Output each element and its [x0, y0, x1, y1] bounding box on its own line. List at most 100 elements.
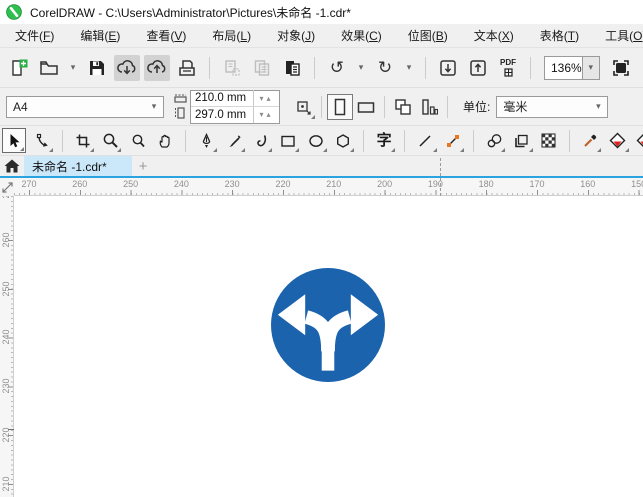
- menu-item-l[interactable]: 布局(L): [199, 24, 264, 47]
- bspline-tool[interactable]: [249, 128, 273, 153]
- menu-item-o[interactable]: 工具(O): [592, 24, 643, 47]
- paste-button[interactable]: [279, 55, 305, 81]
- vruler-label: 270: [1, 196, 11, 204]
- export-button[interactable]: [465, 55, 491, 81]
- line-tool[interactable]: [413, 128, 437, 153]
- toolbar-separator: [425, 56, 426, 79]
- pan-tool[interactable]: [153, 128, 177, 153]
- text-tool[interactable]: 字: [372, 128, 396, 153]
- flyout-indicator: [501, 148, 506, 152]
- fullscreen-preview-button[interactable]: [608, 55, 634, 81]
- drop-shadow-tool[interactable]: [509, 128, 533, 153]
- portrait-orientation-button[interactable]: [327, 93, 353, 120]
- standard-toolbar: ▾ ↺ ▾ ↻ ▾ PDF 136% ▾: [0, 48, 643, 88]
- interactive-fill-tool[interactable]: [633, 128, 643, 153]
- autofit-page-button[interactable]: [290, 94, 316, 120]
- hruler-label: 150: [631, 179, 643, 189]
- blend-tool[interactable]: [482, 128, 506, 153]
- flyout-indicator: [268, 148, 273, 152]
- ruler-origin-button[interactable]: [0, 178, 14, 196]
- hruler-label: 180: [478, 179, 494, 189]
- page-width-spinner[interactable]: ▾▴: [253, 90, 279, 106]
- toolbox-separator: [404, 129, 406, 152]
- menu-item-b[interactable]: 位图(B): [395, 24, 461, 47]
- zoom-level-combobox[interactable]: 136% ▾: [544, 55, 600, 80]
- rectangle-tool[interactable]: [276, 128, 300, 153]
- vruler-label: 210: [1, 476, 11, 492]
- units-combobox[interactable]: 毫米 ▾: [496, 95, 609, 118]
- curve-icon: [257, 134, 266, 146]
- open-dropdown-button[interactable]: ▾: [66, 55, 80, 81]
- drawing-canvas[interactable]: [14, 196, 643, 497]
- flyout-indicator: [117, 148, 122, 152]
- turn-left-or-right-sign-object[interactable]: [271, 268, 385, 382]
- current-page-icon: [422, 98, 438, 115]
- pick-tool[interactable]: [2, 128, 27, 153]
- crop-tool-icon: [76, 134, 90, 147]
- smart-fill-tool[interactable]: [605, 128, 629, 153]
- line-icon: [419, 134, 432, 147]
- hruler-label: 260: [72, 179, 88, 189]
- toolbar-separator: [314, 56, 315, 79]
- zoom-out-tool[interactable]: [125, 128, 149, 153]
- redo-button[interactable]: ↻: [372, 55, 398, 81]
- page-size-combobox[interactable]: A4 ▾: [6, 95, 164, 118]
- menu-item-f[interactable]: 文件(F): [2, 24, 67, 47]
- connector-tool[interactable]: [441, 128, 465, 153]
- new-document-button[interactable]: [6, 55, 32, 81]
- zoom-level-dropdown[interactable]: ▾: [581, 56, 599, 79]
- menu-item-c[interactable]: 效果(C): [328, 24, 395, 47]
- polygon-tool[interactable]: [331, 128, 355, 153]
- chevron-down-icon: ▾: [358, 62, 364, 72]
- current-page-settings-button[interactable]: [416, 94, 442, 120]
- shape-tool[interactable]: [29, 128, 53, 153]
- import-button[interactable]: [435, 55, 461, 81]
- zoom-tool[interactable]: [98, 128, 122, 153]
- artistic-media-tool[interactable]: [221, 128, 245, 153]
- menu-item-v[interactable]: 查看(V): [133, 24, 199, 47]
- print-button[interactable]: [174, 55, 200, 81]
- vertical-ruler[interactable]: 270260250240230220210200: [0, 196, 14, 497]
- property-bar: A4 ▾ 210.0 mm ▾▴ 297.0 mm ▾▴ 单位: 毫米 ▾: [0, 88, 643, 126]
- document-tab-bar: 未命名 -1.cdr* +: [0, 156, 643, 176]
- ellipse-tool[interactable]: [303, 128, 327, 153]
- horizontal-ruler[interactable]: 270 260 250 240 230 220 210 200 190 180 170 160 150: [14, 178, 643, 196]
- page-height-spinner[interactable]: ▾▴: [253, 106, 279, 123]
- all-pages-settings-button[interactable]: [390, 94, 416, 120]
- new-document-icon: [12, 59, 28, 76]
- ellipse-icon: [308, 134, 323, 147]
- page-width-field[interactable]: 210.0 mm: [191, 92, 253, 104]
- menu-item-e[interactable]: 编辑(E): [67, 24, 133, 47]
- landscape-orientation-button[interactable]: [353, 94, 379, 120]
- transparency-tool[interactable]: [537, 128, 561, 153]
- menu-item-t[interactable]: 表格(T): [527, 24, 592, 47]
- redo-icon: ↻: [377, 58, 393, 77]
- page-height-field[interactable]: 297.0 mm: [191, 109, 253, 121]
- window-title: CorelDRAW - C:\Users\Administrator\Pictu…: [30, 5, 351, 20]
- cloud-download-button[interactable]: [114, 54, 140, 81]
- hruler-label: 210: [326, 179, 342, 189]
- flyout-indicator: [322, 148, 327, 152]
- blend-icon: [487, 133, 501, 147]
- document-tab-active[interactable]: 未命名 -1.cdr*: [24, 156, 132, 176]
- hruler-label: 170: [529, 179, 545, 189]
- crop-tool[interactable]: [71, 128, 95, 153]
- publish-pdf-button[interactable]: PDF: [495, 55, 521, 81]
- menu-item-x[interactable]: 文本(X): [461, 24, 527, 47]
- flyout-indicator: [295, 148, 300, 152]
- cloud-upload-button[interactable]: [144, 54, 170, 81]
- redo-dropdown-button[interactable]: ▾: [402, 55, 416, 81]
- new-tab-button[interactable]: +: [132, 156, 154, 176]
- open-button[interactable]: [36, 55, 62, 81]
- print-icon: [179, 59, 195, 76]
- undo-dropdown-button[interactable]: ▾: [354, 55, 368, 81]
- save-button[interactable]: [84, 55, 110, 81]
- menu-item-j[interactable]: 对象(J): [264, 24, 328, 47]
- save-floppy-icon: [90, 60, 104, 75]
- pen-tool[interactable]: [194, 128, 218, 153]
- vruler-label: 230: [1, 378, 11, 394]
- transparency-checkerboard-icon: [541, 133, 556, 148]
- undo-button[interactable]: ↺: [324, 55, 350, 81]
- eyedropper-tool[interactable]: [578, 128, 602, 153]
- welcome-home-button[interactable]: [0, 156, 24, 176]
